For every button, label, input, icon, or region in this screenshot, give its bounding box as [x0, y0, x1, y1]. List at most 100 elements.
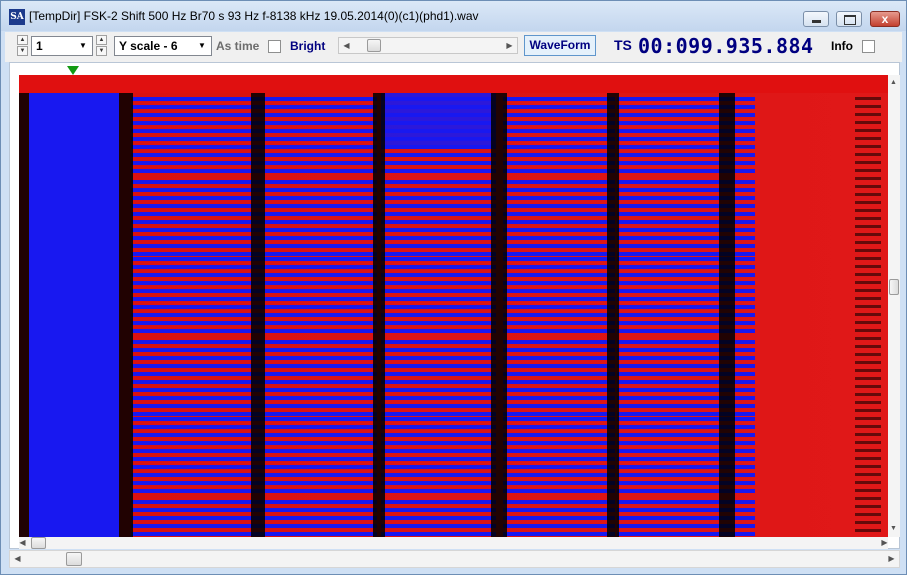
toolbar: ▲ ▼ 1 ▼ ▲ ▼ Y scale - 6 ▼ As time Bright… [5, 32, 902, 62]
spectrogram-stripe [259, 305, 377, 309]
spectrogram-stripe [381, 340, 496, 344]
channel-spinner-right[interactable]: ▲ ▼ [96, 35, 108, 57]
spectrogram-stripe [131, 465, 266, 469]
channel-select[interactable]: 1 ▼ [31, 36, 93, 56]
spectrogram-stripe [503, 481, 615, 485]
main-window: SA [TempDir] FSK-2 Shift 500 Hz Br70 s 9… [0, 0, 907, 575]
spectrogram-stripe [131, 212, 266, 216]
title-bar[interactable]: SA [TempDir] FSK-2 Shift 500 Hz Br70 s 9… [1, 1, 906, 31]
spectrogram-stripe [503, 281, 615, 285]
yscale-select[interactable]: Y scale - 6 ▼ [114, 36, 212, 56]
spectrogram-stripe [259, 524, 377, 528]
scroll-left-icon[interactable]: ◀ [15, 535, 30, 550]
spectrogram-panel: ▲ ▼ ◀ ▶ [9, 62, 900, 549]
spectrogram-stripe [131, 273, 266, 277]
spectrogram-stripe [131, 433, 266, 437]
spectrogram-stripe [131, 417, 266, 421]
position-marker-icon[interactable] [67, 66, 79, 75]
spectrogram-stripe [503, 204, 615, 208]
spectrogram-stripe [503, 196, 615, 200]
spectrogram-stripe [131, 457, 266, 461]
spectrogram-stripe [259, 425, 377, 429]
outer-scrollbar-thumb[interactable] [66, 552, 82, 566]
spectrogram-stripe [381, 348, 496, 352]
inner-horizontal-scrollbar[interactable]: ◀ ▶ [19, 537, 888, 549]
spin-up-icon[interactable]: ▲ [17, 35, 28, 45]
spectrogram-stripe [381, 289, 496, 293]
spectrogram-stripe [381, 169, 496, 173]
spin-down-icon[interactable]: ▼ [17, 46, 28, 56]
spectrogram-stripe [259, 153, 377, 157]
spin-down-icon[interactable]: ▼ [96, 46, 107, 56]
spectrogram-edge-stripe [855, 385, 881, 388]
scroll-right-icon[interactable]: ▶ [502, 38, 517, 53]
scroll-up-icon[interactable]: ▲ [886, 75, 901, 90]
chevron-down-icon[interactable]: ▼ [76, 39, 90, 53]
spectrogram-stripe [131, 265, 266, 269]
scroll-left-icon[interactable]: ◀ [339, 38, 354, 53]
spin-up-icon[interactable]: ▲ [96, 35, 107, 45]
position-slider-thumb[interactable] [367, 39, 381, 52]
spectrogram-edge-stripe [855, 137, 881, 140]
waveform-button[interactable]: WaveForm [524, 35, 596, 56]
spectrogram-edge-stripe [855, 473, 881, 476]
spectrogram-stripe [381, 321, 496, 325]
spectrogram-edge-stripe [855, 401, 881, 404]
spectrogram-edge-stripe [855, 393, 881, 396]
spectrogram-stripe [503, 340, 615, 344]
spectrogram-edge-stripe [855, 121, 881, 124]
spectrogram-stripe [259, 441, 377, 445]
channel-spinner[interactable]: ▲ ▼ [17, 35, 29, 57]
vertical-scrollbar-thumb[interactable] [889, 279, 899, 295]
spectrogram-stripe [381, 364, 496, 368]
spectrogram-stripe [381, 417, 496, 421]
scroll-right-icon[interactable]: ▶ [877, 535, 892, 550]
spectrogram-stripe [259, 364, 377, 368]
yscale-select-value: Y scale - 6 [119, 39, 178, 53]
scroll-down-icon[interactable]: ▼ [886, 521, 901, 536]
spectrogram-transition-edge [607, 93, 619, 537]
spectrogram-stripe [503, 473, 615, 477]
spectrogram-view[interactable] [19, 75, 888, 537]
spectrogram-stripe [259, 121, 377, 125]
close-button[interactable]: x [870, 11, 900, 27]
spectrogram-edge-stripe [855, 529, 881, 532]
scroll-right-icon[interactable]: ▶ [884, 551, 899, 566]
spectrogram-stripe [131, 113, 266, 117]
spectrogram-edge-stripe [855, 313, 881, 316]
spectrogram-stripe [503, 532, 615, 536]
maximize-button[interactable] [836, 11, 862, 27]
spectrogram-stripe [131, 196, 266, 200]
spectrogram-stripe [503, 97, 615, 101]
spectrogram-stripe [131, 348, 266, 352]
spectrogram-edge-stripe [855, 209, 881, 212]
spectrogram-edge-stripe [855, 249, 881, 252]
position-slider[interactable]: ◀ ▶ [338, 37, 518, 54]
spectrogram-stripe [381, 257, 496, 261]
spectrogram-edge-stripe [855, 217, 881, 220]
spectrogram-stripe [503, 273, 615, 277]
spectrogram-edge-stripe [855, 353, 881, 356]
inner-scrollbar-thumb[interactable] [31, 537, 46, 549]
spectrogram-stripe [503, 372, 615, 376]
spectrogram-stripe [381, 457, 496, 461]
spectrogram-stripe [381, 524, 496, 528]
spectrogram-stripe [503, 228, 615, 232]
minimize-button[interactable] [803, 11, 829, 27]
info-checkbox[interactable] [862, 40, 875, 53]
spectrogram-edge-stripe [855, 129, 881, 132]
spectrogram-edge-stripe [855, 433, 881, 436]
spectrogram-stripe [131, 236, 266, 240]
scroll-left-icon[interactable]: ◀ [10, 551, 25, 566]
spectrogram-edge-stripe [855, 425, 881, 428]
close-icon: x [881, 12, 889, 26]
as-time-checkbox[interactable] [268, 40, 281, 53]
spectrogram-stripe [131, 340, 266, 344]
spectrogram-stripe [503, 348, 615, 352]
chevron-down-icon[interactable]: ▼ [195, 39, 209, 53]
spectrogram-transition-edge [719, 93, 735, 537]
spectrogram-stripe [503, 297, 615, 301]
spectrogram-low-column [29, 93, 119, 537]
outer-horizontal-scrollbar[interactable]: ◀ ▶ [9, 550, 900, 568]
vertical-scrollbar[interactable]: ▲ ▼ [888, 75, 900, 537]
